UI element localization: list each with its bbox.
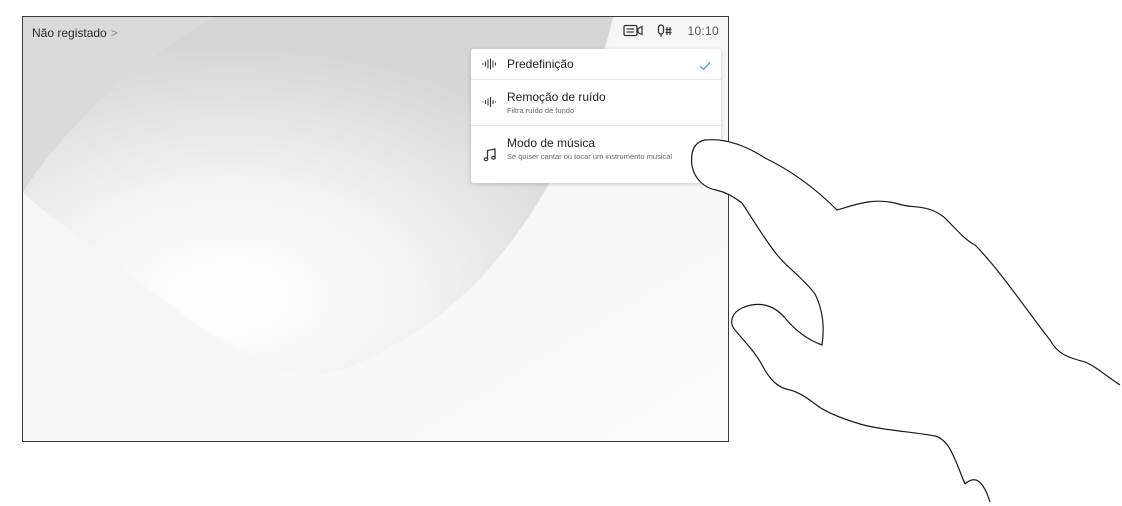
audio-mode-menu: Predefinição Remoção de ruído Filtra ruí…	[471, 49, 721, 183]
audio-wave-icon	[481, 58, 499, 70]
status-bar: Não registado > 10:10	[23, 17, 728, 49]
menu-item-default[interactable]: Predefinição	[471, 49, 721, 79]
registration-label: Não registado	[32, 26, 107, 40]
menu-item-subtitle: Filtra ruído de fundo	[507, 106, 575, 115]
menu-item-noise-removal[interactable]: Remoção de ruído Filtra ruído de fundo	[471, 79, 721, 125]
menu-item-text: Remoção de ruído Filtra ruído de fundo	[507, 90, 709, 116]
menu-item-subtitle: Se quiser cantar ou tocar um instrumento…	[507, 152, 673, 161]
audio-wave-small-icon	[481, 96, 499, 108]
menu-item-text: Predefinição	[507, 55, 709, 73]
menu-item-title: Remoção de ruído	[507, 90, 606, 104]
device-screen: Não registado > 10:10 Predefinição Remoç…	[22, 16, 729, 442]
menu-item-title: Modo de música	[507, 136, 596, 150]
menu-item-title: Predefinição	[507, 57, 574, 71]
menu-item-text: Modo de música Se quiser cantar ou tocar…	[507, 136, 709, 162]
checkmark-icon	[699, 58, 711, 76]
clock: 10:10	[687, 24, 719, 38]
chevron-right-icon: >	[110, 26, 118, 40]
microphone-settings-icon[interactable]	[657, 24, 673, 38]
screen-share-icon[interactable]	[623, 24, 644, 38]
status-icons: 10:10	[623, 24, 719, 38]
stage: Não registado > 10:10 Predefinição Remoç…	[0, 0, 1122, 506]
music-note-icon	[481, 148, 499, 162]
menu-item-music-mode[interactable]: Modo de música Se quiser cantar ou tocar…	[471, 125, 721, 183]
registration-status-link[interactable]: Não registado >	[32, 26, 118, 40]
